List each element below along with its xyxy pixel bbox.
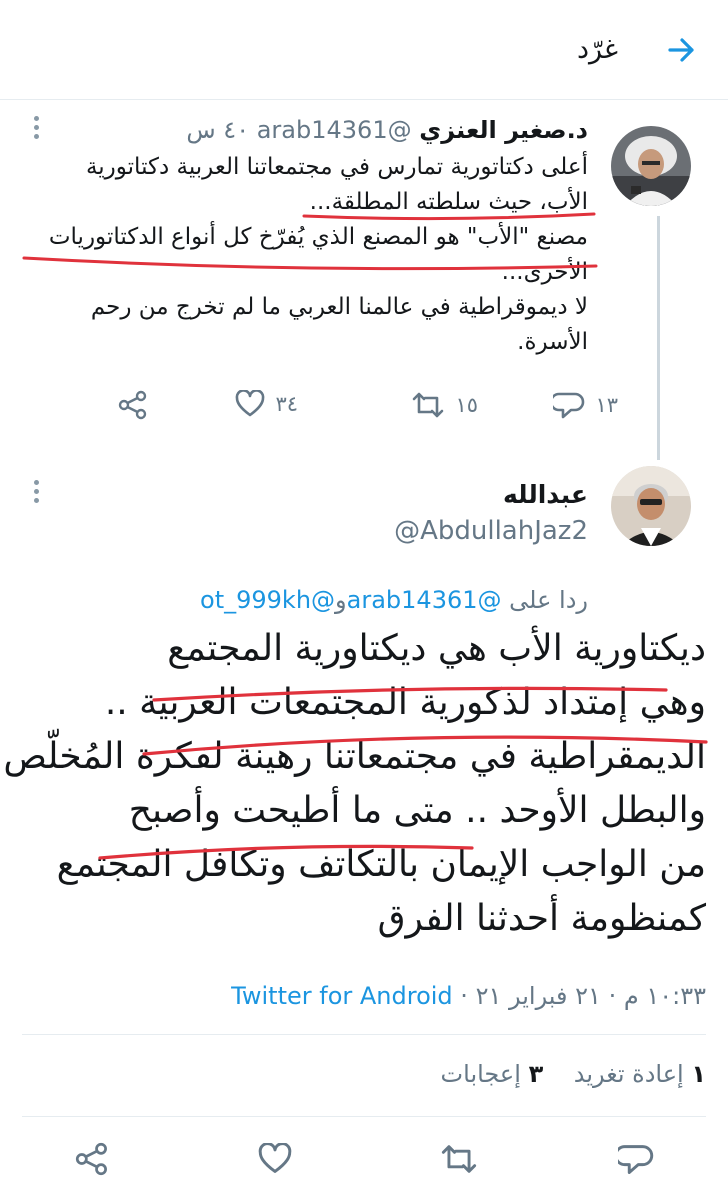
tweet-line: وهي إمتداد لذكورية المجتمعات العربية .. <box>104 682 706 723</box>
like-total[interactable]: ٣ <box>529 1060 544 1088</box>
share-icon[interactable] <box>75 1142 109 1176</box>
engagement-stats: ١ إعادة تغريد ٣ إعجابات <box>441 1060 706 1088</box>
display-name[interactable]: عبدالله <box>503 480 588 509</box>
retweet-label[interactable]: إعادة تغريد <box>574 1060 684 1088</box>
tweet-time: ١٠:٣٣ م <box>623 982 706 1010</box>
tweet-line: والبطل الأوحد .. متى ما أطيحت وأصبح <box>128 790 706 831</box>
retweet-icon[interactable] <box>411 390 445 420</box>
user-handle[interactable]: @arab14361 <box>257 116 412 144</box>
tweet-source[interactable]: Twitter for Android <box>231 982 452 1010</box>
tweet-line: مصنع "الأب" هو المصنع الذي يُفرّخ كل أنو… <box>48 224 588 250</box>
top-bar: غرّد <box>0 0 728 100</box>
tweet-line: الأسرة. <box>517 329 588 355</box>
tweet-line: من الواجب الإيمان بالتكاتف وتكافل المجتم… <box>56 844 706 885</box>
like-count: ٣٤ <box>275 392 298 416</box>
retweet-action[interactable]: ١٥ <box>411 390 478 420</box>
more-icon[interactable] <box>30 480 42 507</box>
mention-link[interactable]: @arab14361 <box>347 586 502 614</box>
timestamp: ٤٠ س <box>186 116 250 144</box>
share-icon[interactable] <box>118 390 148 420</box>
tweet-line: الديمقراطية في مجتمعاتنا رهينة لفكرة الم… <box>3 736 706 777</box>
tweet-line: أعلى دكتاتورية تمارس في مجتمعاتنا العربي… <box>85 154 588 180</box>
like-label[interactable]: إعجابات <box>441 1060 521 1088</box>
tweet-date: ٢١ فبراير ٢١ <box>475 982 601 1010</box>
avatar[interactable] <box>611 466 691 546</box>
replying-and: و <box>335 586 347 614</box>
tweet-text: ديكتاورية الأب هي ديكتاورية المجتمع وهي … <box>3 622 706 946</box>
tweet-text: أعلى دكتاتورية تمارس في مجتمعاتنا العربي… <box>28 150 588 360</box>
tweet-meta: ١٠:٣٣ م · ٢١ فبراير ٢١ · Twitter for And… <box>231 982 706 1010</box>
mention-link[interactable]: @ot_999kh <box>200 586 335 614</box>
user-handle[interactable]: @AbdullahJaz2 <box>394 516 588 546</box>
replying-prefix: ردا على <box>509 586 588 614</box>
tweet-line: الأخرى... <box>501 259 588 285</box>
retweet-count: ١٥ <box>455 393 478 417</box>
retweet-icon[interactable] <box>440 1142 478 1176</box>
like-icon[interactable] <box>258 1143 292 1175</box>
like-icon[interactable] <box>235 390 265 418</box>
replying-to: ردا على @arab14361و@ot_999kh <box>200 586 588 614</box>
more-icon[interactable] <box>30 116 42 143</box>
retweet-total[interactable]: ١ <box>691 1060 706 1088</box>
reply-action[interactable]: ١٣ <box>553 390 618 420</box>
divider <box>22 1116 706 1117</box>
reply-icon[interactable] <box>618 1142 654 1176</box>
divider <box>22 1034 706 1035</box>
reply-icon[interactable] <box>553 390 585 420</box>
tweet-line: كمنظومة أحدثنا الفرق <box>377 898 706 939</box>
tweet-actions: ١٣ ١٥ ٣٤ <box>0 390 728 424</box>
tweet-line: الأب، حيث سلطته المطلقة... <box>309 189 588 215</box>
display-name[interactable]: د.صغير العنزي <box>419 116 588 144</box>
page-title: غرّد <box>576 34 618 65</box>
tweet-line: ديكتاورية الأب هي ديكتاورية المجتمع <box>167 628 706 669</box>
tweet-header: د.صغير العنزي @arab14361 ٤٠ س <box>186 116 588 144</box>
arrow-right-icon[interactable] <box>666 34 698 66</box>
tweet-line: لا ديموقراطية في عالمنا العربي ما لم تخر… <box>90 294 588 320</box>
like-action[interactable]: ٣٤ <box>235 390 298 418</box>
reply-count: ١٣ <box>595 393 618 417</box>
share-action[interactable] <box>118 390 148 420</box>
avatar[interactable] <box>611 126 691 206</box>
